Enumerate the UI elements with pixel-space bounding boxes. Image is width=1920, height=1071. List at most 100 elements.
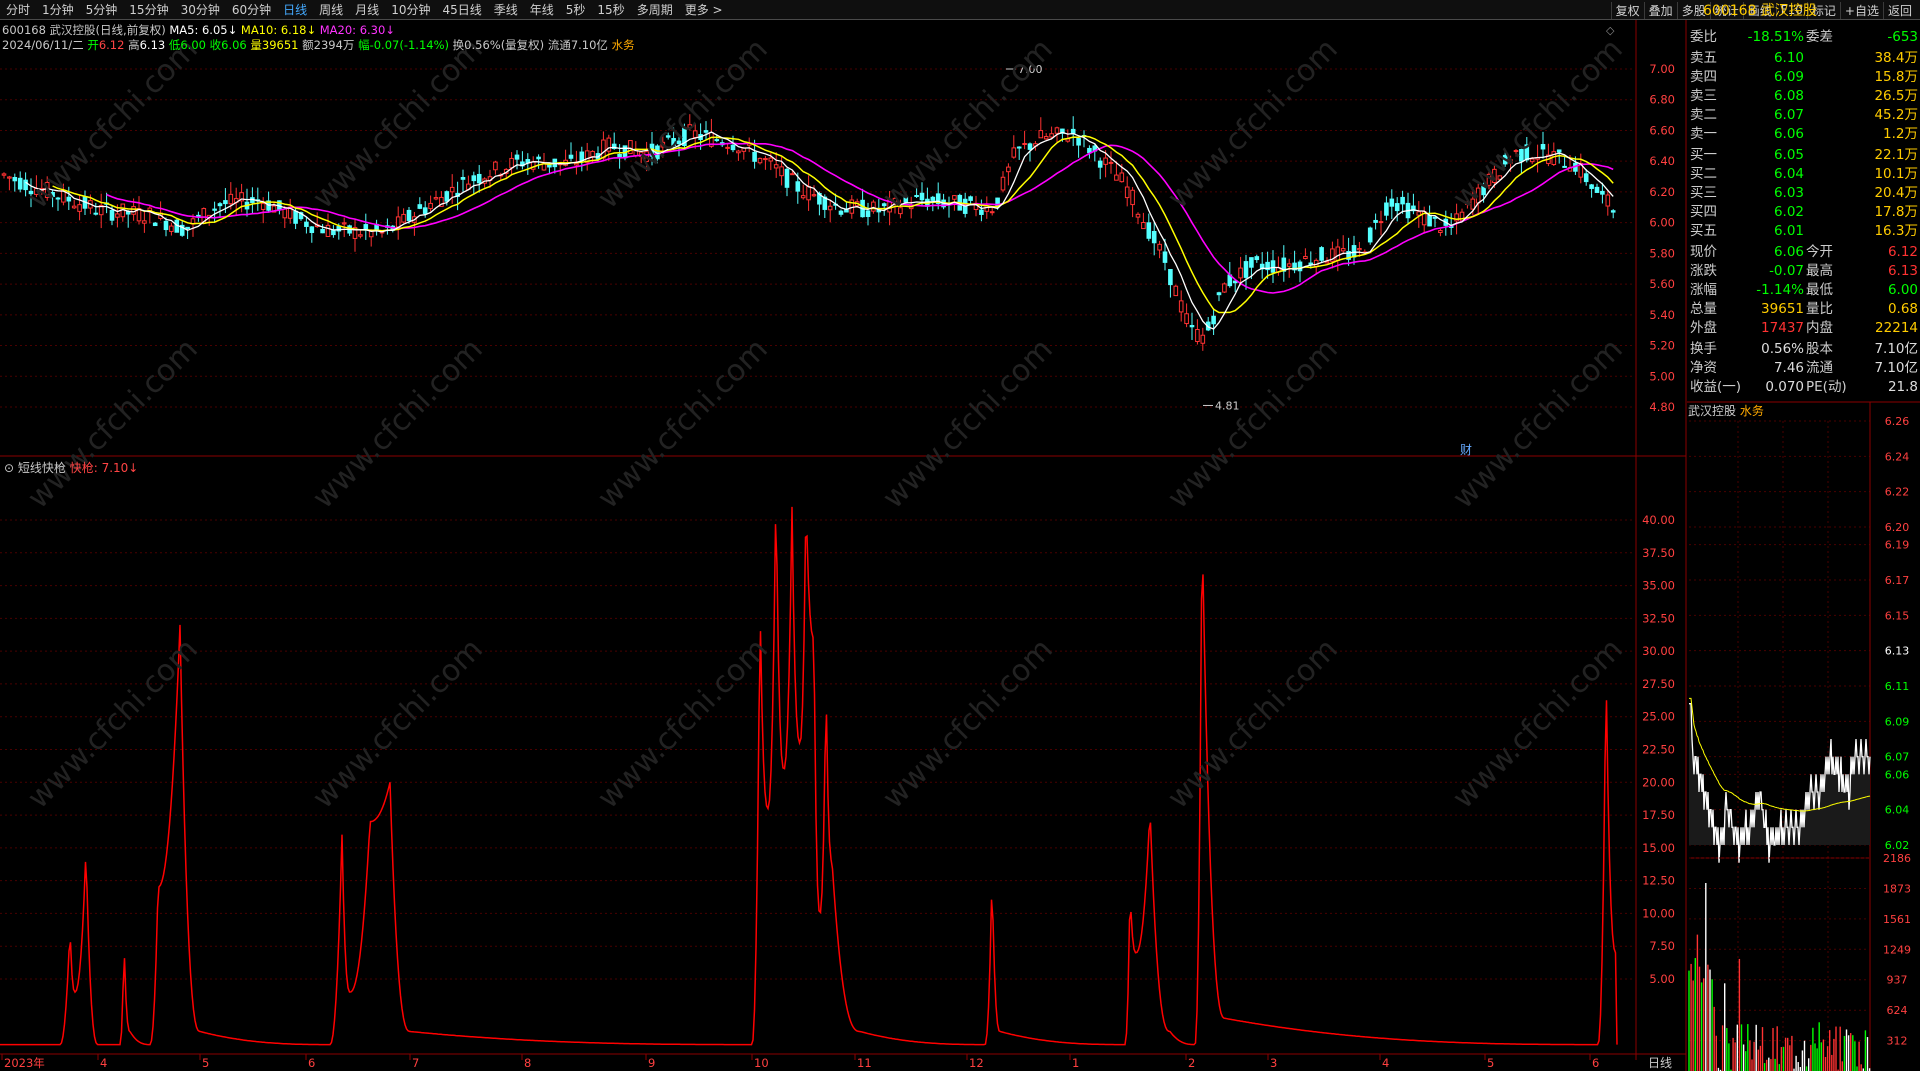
candle-body [1373,219,1378,223]
candle-body [968,196,973,201]
ask-row: 卖一 6.06 1.2万 [1687,125,1920,144]
stat-label2: 最高 [1806,263,1833,279]
bid-label: 买三 [1690,185,1717,201]
price-tick-label: 6.80 [1649,93,1675,107]
candle-body [514,154,520,160]
stat2-row: 收益(一) 0.070 PE(动) 21.8 [1687,378,1920,397]
candle-body [989,211,995,214]
candle-body [952,195,957,200]
candle-body [865,210,871,218]
stat-value: -1.14% [1756,282,1804,298]
candle-body [1556,149,1562,153]
candle-body [601,139,606,159]
stat-label: 外盘 [1690,320,1717,336]
indicator-tick-label: 10.00 [1642,906,1675,920]
candle-body [1286,263,1292,267]
price-tick-label: 5.40 [1649,308,1675,322]
chart-canvas[interactable]: 7.00 6.80 6.60 6.40 6.20 6.00 5.80 5.60 5.40 5.20… [0,0,1920,1071]
candle-body [1254,256,1260,261]
stat-label2: 最低 [1806,282,1833,298]
candle-body [730,144,736,151]
indicator-line-label: 快枪: 7.10↓ [69,461,139,475]
candle-body [1108,161,1114,164]
indicator-tick-label: 30.00 [1642,644,1675,658]
ask-price: 6.07 [1773,107,1804,123]
diff-label: 委差 [1806,29,1833,45]
indicator-name[interactable]: 短线快枪 [18,461,66,475]
indicator-tick-label: 37.50 [1642,546,1675,560]
candle-body [1178,300,1184,313]
candle-body [471,175,477,182]
mini-sector[interactable]: 水务 [1740,404,1764,418]
price-tick-label: 5.80 [1649,246,1675,260]
stat-row: 外盘 17437 内盘 22214 [1687,319,1920,338]
ask-vol: 38.4万 [1874,50,1918,66]
candle-body [1141,222,1146,230]
stat-label: 收益(一) [1690,379,1742,395]
ratio-value: -18.51% [1747,29,1804,45]
candle-body [428,202,433,210]
candle-body [1297,261,1303,272]
stat-label2: 量比 [1806,301,1833,317]
candle-body [714,139,720,142]
bid-vol: 17.8万 [1874,204,1918,220]
watermark-logo: www.cfchi.com [306,32,490,216]
price-tick-label: 6.00 [1649,216,1675,230]
bid-vol: 16.3万 [1874,223,1918,239]
price-tick-label: 7.00 [1649,62,1675,76]
stat-row: 涨跌 -0.07 最高 6.13 [1687,262,1920,281]
stat-label: 净资 [1690,360,1717,376]
candle-body [1357,248,1362,251]
candle-body [1049,133,1054,138]
candle-body [223,200,228,205]
candle-body [1211,315,1216,325]
stat-row: 涨幅 -1.14% 最低 6.00 [1687,281,1920,300]
candle-body [422,207,428,214]
bid-price: 6.04 [1773,166,1804,182]
candle-body [811,194,817,197]
high-value: 6.13 [139,38,166,52]
candle-body [773,164,779,169]
candle-body [574,162,579,166]
candle-body [1016,146,1022,149]
indicator-toggle-icon[interactable]: ⊙ [4,461,14,475]
candle-body [1189,325,1195,328]
candle-body [1583,173,1589,183]
candle-body [142,220,147,224]
sector-tag[interactable]: 水务 [612,38,635,52]
chart-header-line2: 2024/06/11/二 开6.12 高6.13 低6.00 收6.06 量39… [2,37,635,53]
mini-chart-title: 武汉控股 水务 [1688,402,1764,419]
xaxis-label: 5 [1487,1056,1494,1070]
stat-label2: 今开 [1806,244,1833,260]
ask-vol: 26.5万 [1874,88,1918,104]
mini-vol-tick: 2186 [1883,852,1911,865]
mini-price-tick: 6.07 [1885,751,1910,764]
ratio-label: 委比 [1690,29,1717,45]
candle-body [228,193,234,205]
watermark-logo: www.cfchi.com [21,632,205,816]
candle-body [449,186,455,193]
candle-body [12,177,18,182]
candle-body [725,146,730,149]
ask-price: 6.06 [1773,126,1804,142]
candle-body [703,130,709,133]
candle-body [1389,198,1395,207]
watermark-logo: www.cfchi.com [876,332,1060,516]
bid-label: 买二 [1690,166,1717,182]
mini-vol-tick: 1249 [1883,943,1911,956]
candle-body [757,157,763,164]
panel-stock-name: 600168 武汉控股 [1703,3,1817,19]
candle-body [1103,157,1108,165]
candle-body [1043,136,1049,140]
bid-vol: 10.1万 [1874,166,1918,182]
candle-body [1243,261,1249,278]
ask-label: 卖三 [1690,88,1717,104]
ma20-label: MA20: 6.30↓ [319,23,395,37]
bid-row: 买四 6.02 17.8万 [1687,203,1920,222]
candle-body [71,205,77,209]
candle-body [212,208,217,211]
candle-body [1038,130,1044,139]
bid-price: 6.02 [1773,204,1804,220]
bid-row: 买三 6.03 20.4万 [1687,184,1920,203]
ask-label: 卖五 [1690,50,1717,66]
